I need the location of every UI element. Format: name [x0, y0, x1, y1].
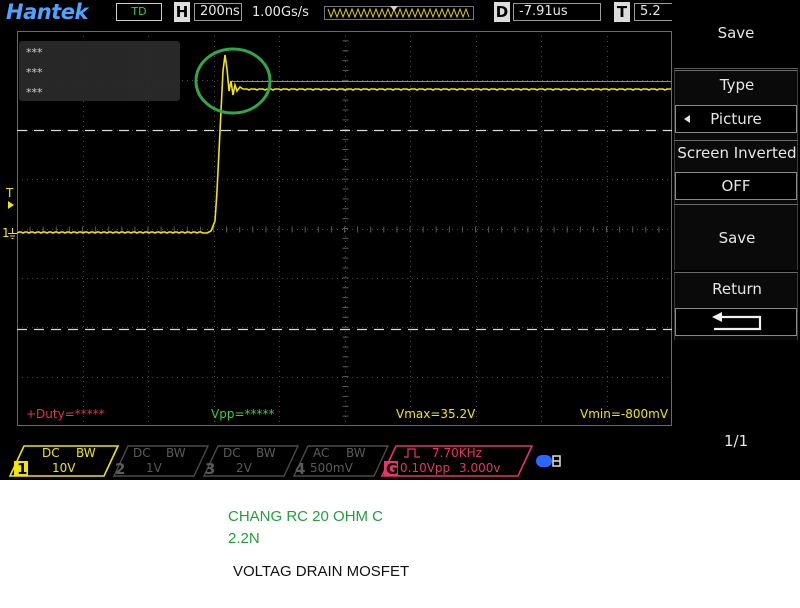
channel-4-scale[interactable]: 500mV	[310, 461, 353, 475]
generator-label[interactable]: G	[386, 460, 398, 478]
screen-inverted-value[interactable]: OFF	[675, 172, 797, 200]
return-label: Return	[712, 280, 762, 298]
generator-frequency[interactable]: 7.70KHz	[432, 446, 482, 460]
square-wave-icon	[404, 448, 420, 458]
channel-1-number[interactable]: 1	[17, 460, 27, 478]
delay-key: D	[494, 2, 510, 22]
sample-rate: 1.00Gs/s	[252, 5, 309, 20]
timebase-value[interactable]: 200ns	[194, 3, 242, 21]
usb-indicator-icon	[536, 455, 561, 467]
menu-page-indicator: 1/1	[724, 432, 749, 450]
measure-duty: +Duty=*****	[26, 407, 105, 421]
trigger-marker-arrow	[8, 201, 14, 209]
channel-2-scale[interactable]: 1V	[146, 461, 162, 475]
readout-line-1: ***	[26, 46, 43, 59]
type-label: Type	[719, 76, 755, 94]
readout-line-2: ***	[26, 66, 43, 79]
timebase-key: H	[174, 2, 190, 22]
channel-1-coupling: DC	[42, 446, 60, 460]
status-bar: Hantek TD H 200ns 1.00Gs/s D -7.91us T 5…	[0, 0, 672, 24]
save-button-label: Save	[718, 229, 756, 247]
measure-vmin: Vmin=-800mV	[580, 407, 669, 421]
generator-offset[interactable]: 3.000v	[459, 461, 500, 475]
menu-type-option[interactable]: Type Picture	[674, 70, 798, 140]
channel-3-coupling: DC	[223, 446, 241, 460]
trigger-key: T	[614, 2, 630, 22]
delay-value[interactable]: -7.91us	[513, 3, 601, 21]
channel-2-bw: BW	[166, 446, 186, 460]
channel-3-number[interactable]: 3	[205, 460, 215, 478]
menu-return-option[interactable]: Return	[674, 272, 798, 340]
type-value: Picture	[710, 110, 762, 128]
return-button[interactable]	[675, 308, 797, 336]
measure-vpp: Vpp=*****	[211, 407, 275, 421]
screen-inverted-label: Screen Inverted	[677, 144, 797, 162]
channel-bar: 1 DC BW 10V 2 DC BW 1V 3 DC BW 2V 4 AC B…	[0, 440, 672, 480]
note-line-3: VOLTAG DRAIN MOSFET	[233, 563, 410, 580]
channel-1-bw: BW	[76, 446, 96, 460]
trigger-level[interactable]: 5.2	[634, 3, 672, 21]
trigger-marker[interactable]: T	[6, 186, 13, 200]
side-menu: Save Type Picture Screen Inverted OFF Sa…	[672, 0, 800, 480]
brand-logo: Hantek	[6, 0, 88, 24]
ground-icon	[8, 228, 17, 239]
menu-screen-inverted-option[interactable]: Screen Inverted OFF	[674, 140, 798, 204]
menu-divider	[674, 68, 798, 69]
channel-2-number[interactable]: 2	[115, 460, 125, 478]
measurement-readout-panel: *** *** ***	[19, 41, 180, 101]
readout-line-3: ***	[26, 86, 43, 99]
channel-3-scale[interactable]: 2V	[236, 461, 252, 475]
caret-left-icon	[684, 115, 690, 123]
waveform-overview-icon	[324, 6, 474, 20]
measure-vmax: Vmax=35.2V	[396, 407, 476, 421]
menu-save-button[interactable]: Save	[674, 204, 798, 270]
return-arrow-icon	[712, 312, 762, 331]
channel-1-scale[interactable]: 10V	[52, 461, 75, 475]
oscilloscope-screen: Hantek TD H 200ns 1.00Gs/s D -7.91us T 5…	[0, 0, 800, 480]
menu-title: Save	[717, 24, 755, 42]
channel-4-coupling: AC	[313, 446, 330, 460]
type-select[interactable]: Picture	[675, 105, 797, 133]
mode-badge[interactable]: TD	[116, 3, 162, 21]
channel-4-bw: BW	[346, 446, 366, 460]
channel-4-number[interactable]: 4	[295, 460, 305, 478]
note-line-2: 2.2N	[228, 530, 260, 547]
channel-2-coupling: DC	[133, 446, 151, 460]
channel-3-bw: BW	[256, 446, 276, 460]
note-line-1: CHANG RC 20 OHM C	[228, 508, 384, 525]
generator-amplitude[interactable]: 0.10Vpp	[400, 461, 450, 475]
